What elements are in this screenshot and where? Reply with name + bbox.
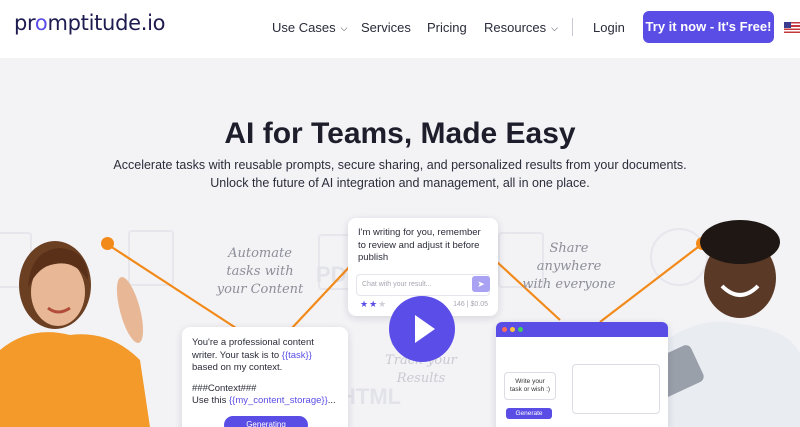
task-input[interactable]: Write your task or wish :) [504,372,556,400]
usage-meta: 146 | $0.05 [453,301,488,308]
prompt-variable: {{my_content_storage}} [228,395,328,406]
chat-message: I'm writing for you, remember to review … [358,227,488,265]
chat-input[interactable]: Chat with your result... [356,274,490,296]
caption-line: tasks with [226,264,294,279]
window-close-dot [502,327,507,332]
result-panel [572,364,660,414]
prompt-template-card: You're a professional content writer. Yo… [182,327,348,427]
task-input-line: task or wish :) [509,386,551,393]
task-input-line: Write your [515,378,545,385]
window-maximize-dot [518,327,523,332]
prompt-variable: {{task}} [281,349,312,361]
play-video-button[interactable] [389,296,455,362]
prompt-text: ... [327,395,336,406]
rating-stars[interactable]: ★★★ [360,299,387,310]
prompt-line: Use this {{my_content_storage}}... [192,395,338,408]
caption-line: your Content [216,282,304,297]
chat-message-line: to review and adjust it before [358,239,480,251]
star-icon: ★ [378,299,388,309]
generating-button[interactable]: Generating [224,416,308,427]
caption-line: with everyone [522,277,616,292]
chat-message-line: publish [358,252,389,263]
caption-line: Results [396,371,446,386]
prompt-line: based on my context. [192,362,283,373]
star-icon: ★ [360,299,370,309]
prompt-text: Use this [192,395,229,406]
prompt-line: writer. Your task is to {{task}} [192,350,338,363]
generate-button[interactable]: Generate [506,408,552,419]
window-titlebar [496,322,668,337]
automate-caption: Automate tasks with your Content [205,245,315,299]
woman-photo [0,241,150,427]
prompt-line: You're a professional content [192,337,314,348]
share-caption: Share anywhere with everyone [514,240,624,294]
caption-line: Share [549,241,589,256]
share-window-card: Write your task or wish :) Generate [496,322,668,427]
prompt-text: writer. Your task is to [192,349,282,361]
send-icon[interactable]: ➤ [472,276,490,292]
star-icon: ★ [369,299,379,309]
chat-message-line: I'm writing for you, remember [358,227,481,238]
caption-line: Automate [228,246,292,261]
window-minimize-dot [510,327,515,332]
prompt-line: ###Context### [192,382,257,394]
caption-line: anywhere [536,259,602,274]
